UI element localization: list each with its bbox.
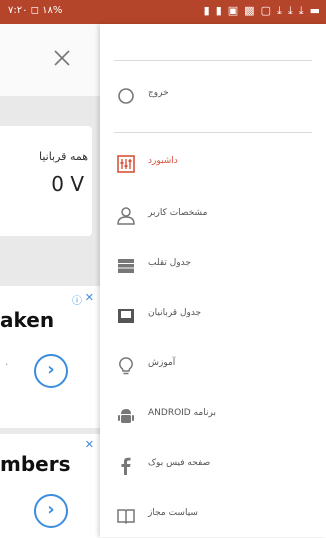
menu-label: آموزش <box>148 358 176 368</box>
menu-label: داشبورد <box>148 156 178 166</box>
status-time-battery: ۷:۲۰ ◻ ۱۸% <box>8 5 63 16</box>
ad-close-icon[interactable]: ✕ <box>85 438 94 451</box>
ad-arrow-icon[interactable]: › <box>34 494 68 528</box>
menu-item-user-profile[interactable]: مشخصات کاربر <box>100 194 326 238</box>
ad-text: mbers <box>0 452 71 476</box>
ad-banner[interactable]: ⓘ ✕ aken · › <box>0 286 100 428</box>
menu-item-cheat-table[interactable]: جدول تقلب <box>100 244 326 288</box>
ad-banner[interactable]: ✕ mbers › <box>0 434 100 537</box>
screenshot-icon: ▢ <box>260 4 271 17</box>
menu-item-tutorial[interactable]: آموزش <box>100 344 326 388</box>
background-page: همه قربانیا 0 V ⓘ ✕ aken · › ✕ mbers › <box>0 24 100 537</box>
menu-item-dashboard[interactable]: داشبورد <box>100 142 326 186</box>
summary-card-value: 0 V <box>51 172 84 196</box>
navigation-drawer: خروج داشبورد مشخصات کاربر جدول تقلب جدول… <box>100 24 326 537</box>
media-icon: ▩ <box>244 4 255 17</box>
menu-label: صفحه فیس بوک <box>148 458 211 468</box>
close-icon[interactable] <box>51 47 73 69</box>
signal-icon: ▮ <box>203 4 210 17</box>
status-bar: ۷:۲۰ ◻ ۱۸% ▮ ▮ ▣ ▩ ▢ ⤓ ⤓ ⤓ ▬ <box>0 0 326 24</box>
summary-card-label: همه قربانیا <box>38 150 88 163</box>
victims-table-icon <box>118 309 134 323</box>
divider <box>114 132 312 133</box>
download-icon: ⤓ <box>287 4 293 17</box>
message-icon: ▬ <box>309 4 320 17</box>
menu-item-logout[interactable]: خروج <box>100 74 326 118</box>
android-icon <box>118 409 134 423</box>
user-profile-icon <box>117 207 135 225</box>
lightbulb-icon <box>119 357 133 375</box>
download-icon: ⤓ <box>276 4 282 17</box>
facebook-icon <box>121 457 131 475</box>
status-icons: ▮ ▮ ▣ ▩ ▢ ⤓ ⤓ ⤓ ▬ <box>204 4 320 18</box>
summary-card[interactable]: همه قربانیا 0 V <box>0 126 92 236</box>
menu-label: جدول تقلب <box>148 258 191 268</box>
menu-label: خروج <box>148 88 169 98</box>
menu-label: برنامه ANDROID <box>148 408 216 418</box>
download-icon: ⤓ <box>298 4 304 17</box>
menu-item-policy[interactable]: سیاست مجاز <box>100 494 326 538</box>
sim-icon: ▣ <box>227 4 239 17</box>
menu-label: مشخصات کاربر <box>148 208 208 218</box>
logout-circle-icon <box>118 88 134 104</box>
menu-item-facebook-page[interactable]: صفحه فیس بوک <box>100 444 326 488</box>
background-header <box>0 24 100 96</box>
divider <box>114 60 312 61</box>
signal-icon: ▮ <box>215 4 222 17</box>
menu-label: جدول قربانیان <box>148 308 202 318</box>
ad-dot: · <box>5 360 9 371</box>
ad-arrow-icon[interactable]: › <box>34 354 68 388</box>
ad-close-icon[interactable]: ✕ <box>85 291 94 304</box>
ad-text: aken <box>0 308 55 332</box>
menu-label: سیاست مجاز <box>148 508 198 518</box>
table-icon <box>118 259 134 273</box>
menu-item-android-app[interactable]: برنامه ANDROID <box>100 394 326 438</box>
menu-item-victims-table[interactable]: جدول قربانیان <box>100 294 326 338</box>
book-icon <box>117 509 135 525</box>
ad-info-icon[interactable]: ⓘ <box>72 292 82 307</box>
dashboard-icon <box>117 155 135 173</box>
